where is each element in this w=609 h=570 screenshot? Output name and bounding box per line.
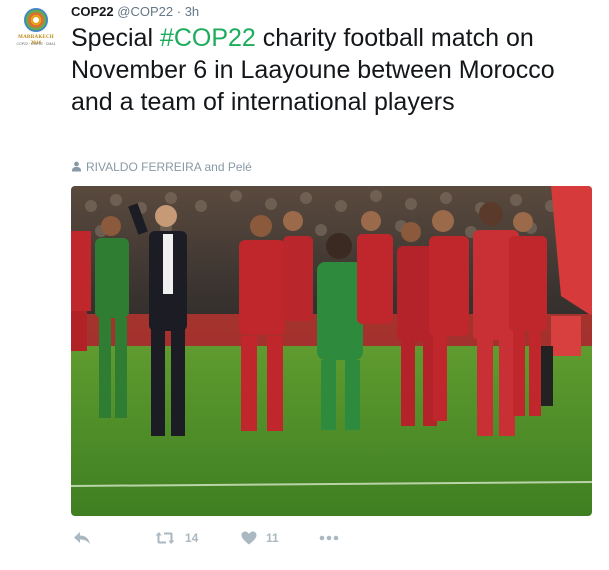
tweet-text: Special #COP22 charity football match on… (71, 22, 601, 118)
avatar[interactable]: MARRAKECH 2016 COP22 · CMP12 · CMA1 (14, 8, 58, 52)
account-name[interactable]: COP22 (71, 4, 114, 19)
tweet: MARRAKECH 2016 COP22 · CMP12 · CMA1 COP2… (0, 0, 609, 570)
tweet-text-start: Special (71, 24, 160, 52)
avatar-logo-subtext: COP22 · CMP12 · CMA1 (16, 42, 56, 46)
football-match-photo (71, 186, 592, 516)
tagged-people[interactable]: RIVALDO FERREIRA and Pelé (71, 160, 252, 174)
more-button[interactable] (319, 528, 339, 548)
tagged-people-label: RIVALDO FERREIRA and Pelé (86, 160, 252, 174)
reply-icon (74, 532, 90, 544)
like-count: 11 (266, 531, 279, 545)
retweet-count: 14 (185, 531, 199, 545)
more-icon (319, 535, 339, 541)
person-icon (71, 161, 82, 172)
tweet-photo[interactable] (71, 186, 592, 516)
retweet-icon (155, 532, 175, 544)
account-handle[interactable]: @COP22 (117, 4, 173, 19)
tweet-actions: 14 11 (71, 528, 371, 548)
reply-button[interactable] (73, 528, 91, 548)
header-separator: · (176, 4, 182, 19)
heart-icon (241, 531, 257, 545)
hashtag-link[interactable]: #COP22 (160, 24, 256, 52)
retweet-button[interactable]: 14 (155, 528, 198, 548)
like-button[interactable]: 11 (241, 528, 279, 548)
tweet-timestamp[interactable]: 3h (185, 4, 199, 19)
tweet-header: COP22 @COP22 · 3h (71, 4, 199, 20)
